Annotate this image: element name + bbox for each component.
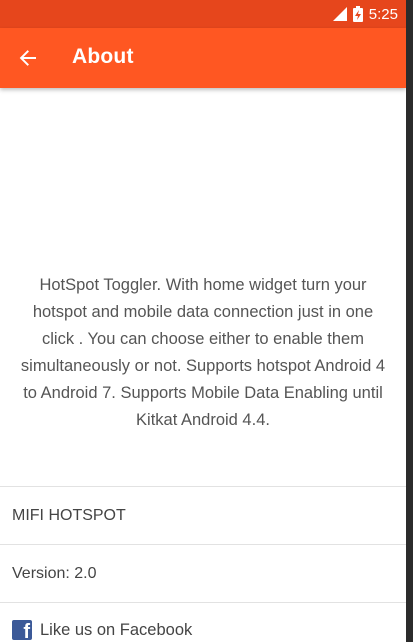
- about-screen: 5:25 About HotSpot Toggler. With home wi…: [0, 0, 406, 642]
- status-icons: 5:25: [332, 3, 398, 25]
- arrow-back-icon: [19, 50, 36, 66]
- version-row: Version: 2.0: [12, 565, 97, 582]
- status-bar: 5:25: [0, 0, 406, 28]
- back-button[interactable]: [8, 38, 48, 78]
- divider: [0, 486, 406, 487]
- facebook-like-link[interactable]: f Like us on Facebook: [12, 620, 192, 640]
- signal-icon: [332, 7, 347, 21]
- battery-charging-icon: [352, 6, 363, 22]
- divider: [0, 602, 406, 603]
- facebook-like-label: Like us on Facebook: [40, 620, 193, 639]
- app-name-row: MIFI HOTSPOT: [12, 507, 126, 524]
- page-title: About: [72, 45, 134, 68]
- app-description: HotSpot Toggler. With home widget turn y…: [20, 276, 386, 429]
- screen-edge: [406, 0, 413, 642]
- app-bar: About: [0, 28, 406, 88]
- divider: [0, 544, 406, 545]
- status-time: 5:25: [368, 5, 398, 23]
- facebook-icon: f: [12, 620, 32, 640]
